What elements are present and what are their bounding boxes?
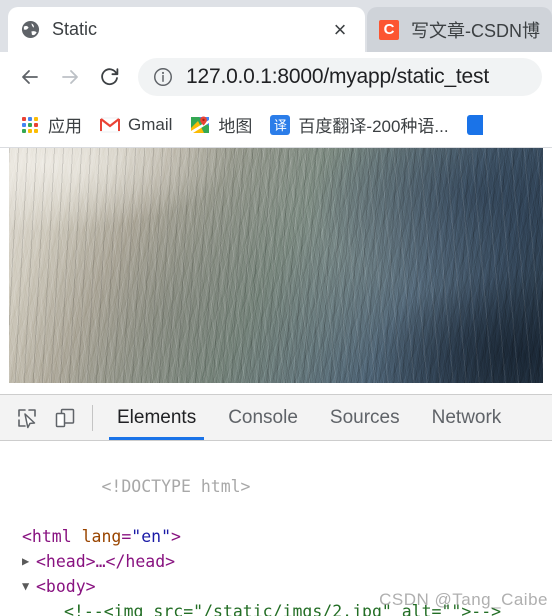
devtools-tab-list: Elements Console Sources Network <box>101 395 517 440</box>
reload-button[interactable] <box>90 57 130 97</box>
comment-text: <!--<img src="/static/imgs/2.jpg" alt=""… <box>64 602 502 616</box>
devtools-tab-network[interactable]: Network <box>416 395 518 440</box>
bookmark-gmail[interactable]: Gmail <box>94 109 178 141</box>
maps-icon <box>190 115 210 135</box>
browser-toolbar: 127.0.0.1:8000/myapp/static_test <box>0 52 552 102</box>
forward-button[interactable] <box>50 57 90 97</box>
csdn-icon: C <box>379 19 399 40</box>
equals-sign: = <box>121 527 132 546</box>
html-lang-value: "en" <box>131 527 172 546</box>
head-text: <head>…</head> <box>36 552 176 571</box>
reload-icon <box>101 68 119 86</box>
tab-strip: Static × C 写文章-CSDN博 <box>0 0 552 52</box>
back-button[interactable] <box>10 57 50 97</box>
devtools-toolbar: Elements Console Sources Network <box>0 395 552 441</box>
bookmark-baidu-translate[interactable]: 译 百度翻译-200种语... <box>264 109 454 141</box>
html-lang-attr: lang <box>81 527 122 546</box>
doctype-text: <!DOCTYPE html> <box>101 477 251 496</box>
body-text: <body> <box>36 577 96 596</box>
bookmark-label: Gmail <box>128 114 173 134</box>
tab-label: Network <box>431 406 502 428</box>
dom-line-comment[interactable]: <!--<img src="/static/imgs/2.jpg" alt=""… <box>0 599 552 616</box>
globe-icon <box>20 20 40 40</box>
tab-title: 写文章-CSDN博 <box>411 20 540 41</box>
tab-label: Console <box>228 406 298 428</box>
tab-title: Static <box>52 19 98 39</box>
page-image <box>9 148 543 383</box>
tab-label: Elements <box>117 406 197 428</box>
dom-line-head[interactable]: ▶ <head>…</head> <box>0 549 552 574</box>
chevron-right-icon[interactable]: ▶ <box>22 549 29 574</box>
image-texture-layer-2 <box>9 148 543 383</box>
bookmark-cut-off[interactable] <box>461 109 489 141</box>
bookmarks-bar: 应用 Gmail 地图 译 百度翻译-200种语... <box>0 102 552 148</box>
csdn-favicon-letter: C <box>379 19 399 40</box>
bookmark-label: 应用 <box>48 117 82 136</box>
dom-line-doctype[interactable]: <!DOCTYPE html> <box>0 449 552 524</box>
toggle-device-toolbar-icon[interactable] <box>46 399 84 437</box>
inspect-element-icon[interactable] <box>8 399 46 437</box>
page-viewport <box>0 148 552 388</box>
bookmark-apps[interactable]: 应用 <box>14 109 88 141</box>
translate-icon-letter: 译 <box>270 114 291 135</box>
bookmark-label: 地图 <box>218 117 253 136</box>
html-tag-close: > <box>171 527 181 546</box>
dom-tree[interactable]: <!DOCTYPE html> <html lang="en"> ▶ <head>… <box>0 441 552 616</box>
browser-tab-static[interactable]: Static × <box>8 7 365 52</box>
toolbar-divider <box>92 404 93 431</box>
url-text: 127.0.0.1:8000/myapp/static_test <box>186 65 489 88</box>
dom-line-body[interactable]: ▼ <body> <box>0 574 552 599</box>
translate-icon: 译 <box>270 114 291 135</box>
bookmark-cut-off-icon <box>466 114 483 135</box>
devtools-tab-elements[interactable]: Elements <box>101 395 212 440</box>
devtools-tab-sources[interactable]: Sources <box>314 395 416 440</box>
close-icon[interactable]: × <box>327 17 353 43</box>
dom-line-html[interactable]: <html lang="en"> <box>0 524 552 549</box>
gmail-icon <box>100 115 120 135</box>
browser-window: Static × C 写文章-CSDN博 127.0.0.1:8000/myap… <box>0 0 552 616</box>
bookmark-label: 百度翻译-200种语... <box>298 117 449 136</box>
arrow-left-icon <box>22 70 38 84</box>
html-open-tag: <html <box>22 527 82 546</box>
info-circle-icon[interactable] <box>150 64 176 90</box>
devtools-tab-console[interactable]: Console <box>212 395 314 440</box>
arrow-right-icon <box>62 70 78 84</box>
apps-grid-icon <box>20 115 40 135</box>
browser-tab-csdn[interactable]: C 写文章-CSDN博 <box>367 7 552 52</box>
devtools-panel: Elements Console Sources Network <!DOCTY… <box>0 394 552 616</box>
tab-label: Sources <box>329 406 400 428</box>
bookmark-maps[interactable]: 地图 <box>184 109 258 141</box>
address-bar[interactable]: 127.0.0.1:8000/myapp/static_test <box>138 58 542 96</box>
chevron-down-icon[interactable]: ▼ <box>22 574 29 599</box>
